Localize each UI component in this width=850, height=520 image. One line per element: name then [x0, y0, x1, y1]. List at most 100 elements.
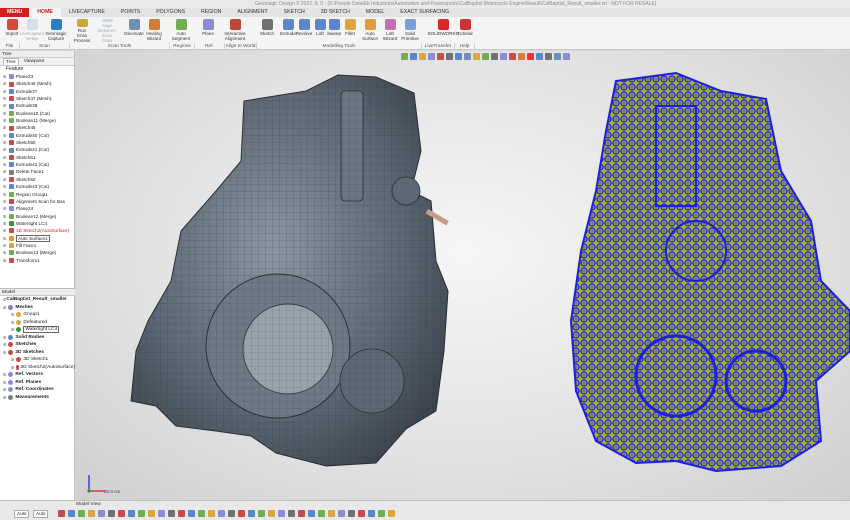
- model-tree-item[interactable]: ⊞ Ref. Vectors: [0, 371, 75, 379]
- view-tool-icon[interactable]: [410, 53, 417, 60]
- menu-home[interactable]: HOME: [29, 8, 61, 17]
- selection-tool-icon[interactable]: [108, 510, 115, 517]
- align-between-button[interactable]: Align Between Scan Data: [97, 19, 117, 43]
- selection-tool-icon[interactable]: [308, 510, 315, 517]
- expand-icon[interactable]: ⊞: [3, 379, 6, 387]
- selection-tool-icon[interactable]: [338, 510, 345, 517]
- view-tool-icon[interactable]: [464, 53, 471, 60]
- mesh-engine-model[interactable]: [130, 74, 449, 467]
- selection-tool-icon[interactable]: [128, 510, 135, 517]
- feature-item[interactable]: ⊞ Plane24: [0, 205, 74, 212]
- model-tree-item[interactable]: ⊞ Solid Bodies: [0, 334, 75, 342]
- selection-tool-icon[interactable]: [58, 510, 65, 517]
- feature-item[interactable]: ⊞ Extrude41 (Cut): [0, 146, 74, 153]
- menu-model[interactable]: MODEL: [358, 8, 392, 17]
- expand-icon[interactable]: ⊞: [3, 198, 7, 205]
- selection-tool-icon[interactable]: [268, 510, 275, 517]
- expand-icon[interactable]: ⊞: [3, 227, 7, 234]
- view-tool-icon[interactable]: [473, 53, 480, 60]
- model-tree-item[interactable]: ⊞ Sketches: [0, 341, 75, 349]
- feature-item[interactable]: ⊞ Boolean12 (Merge): [0, 213, 74, 220]
- menu-polygons[interactable]: POLYGONS: [148, 8, 193, 17]
- view-tool-icon[interactable]: [536, 53, 543, 60]
- selection-tool-icon[interactable]: [168, 510, 175, 517]
- healing-button[interactable]: Healing Wizard: [144, 19, 164, 43]
- selection-tool-icon[interactable]: [148, 510, 155, 517]
- selection-tool-icon[interactable]: [348, 510, 355, 517]
- view-tool-icon[interactable]: [401, 53, 408, 60]
- selection-tool-icon[interactable]: [198, 510, 205, 517]
- selection-filter-select[interactable]: Auto: [33, 510, 49, 518]
- selection-tool-icon[interactable]: [78, 510, 85, 517]
- loft-wizard-button[interactable]: Loft Wizard: [380, 19, 400, 43]
- model-tree-item[interactable]: ⊞ 3D Sketch2(AutoSurface): [0, 364, 75, 372]
- autosurface-engine-model[interactable]: [569, 71, 850, 473]
- expand-icon[interactable]: ⊞: [3, 341, 6, 349]
- expand-icon[interactable]: ⊞: [3, 371, 6, 379]
- solid-primitive-button[interactable]: Solid Primitive: [400, 19, 420, 43]
- livecapture-button[interactable]: LiveCapture Setup: [20, 19, 44, 43]
- viewport-canvas[interactable]: [76, 51, 850, 500]
- view-tool-icon[interactable]: [455, 53, 462, 60]
- selection-tool-icon[interactable]: [258, 510, 265, 517]
- auto-surface-button[interactable]: Auto Surface: [360, 19, 380, 43]
- expand-icon[interactable]: ⊞: [3, 235, 7, 242]
- expand-icon[interactable]: ⊞: [3, 176, 7, 183]
- model-tree-item[interactable]: ⊞ Measurements: [0, 394, 75, 402]
- feature-item[interactable]: ⊞ Extrude37: [0, 88, 74, 95]
- view-tool-icon[interactable]: [518, 53, 525, 60]
- menu-3d-sketch[interactable]: 3D SKETCH: [313, 8, 358, 17]
- expand-icon[interactable]: ⊞: [3, 349, 6, 357]
- expand-icon[interactable]: ⊞: [3, 88, 7, 95]
- menu-sketch[interactable]: SKETCH: [276, 8, 313, 17]
- interactive-alignment-button[interactable]: Interactive Alignment: [224, 19, 246, 43]
- feature-item[interactable]: ⊞ Boolean11 (Merge): [0, 117, 74, 124]
- feature-item[interactable]: ⊞ Auto Surface1: [0, 234, 74, 242]
- feature-item[interactable]: ⊞ Sketch50: [0, 139, 74, 146]
- model-tree-item[interactable]: ⊞ CalBaptist_Result_smaller: [0, 296, 75, 304]
- selection-tool-icon[interactable]: [298, 510, 305, 517]
- expand-icon[interactable]: ⊞: [3, 249, 7, 256]
- expand-icon[interactable]: ⊞: [3, 124, 7, 131]
- model-tree-item[interactable]: ⊞ 3D Sketch1: [0, 356, 75, 364]
- expand-icon[interactable]: ⊞: [3, 183, 7, 190]
- model-tree-item[interactable]: ⊞ Watertight LC4: [0, 326, 75, 334]
- selection-tool-icon[interactable]: [378, 510, 385, 517]
- expand-icon[interactable]: ⊞: [3, 132, 7, 139]
- expand-icon[interactable]: ⊞: [11, 326, 14, 334]
- expand-icon[interactable]: ⊞: [3, 257, 7, 264]
- expand-icon[interactable]: ⊞: [3, 205, 7, 212]
- selection-tool-icon[interactable]: [228, 510, 235, 517]
- selection-tool-icon[interactable]: [318, 510, 325, 517]
- plane-button[interactable]: Plane: [198, 19, 218, 43]
- expand-icon[interactable]: ⊞: [3, 73, 7, 80]
- selection-tool-icon[interactable]: [158, 510, 165, 517]
- expand-icon[interactable]: ⊞: [3, 161, 7, 168]
- selection-tool-icon[interactable]: [238, 510, 245, 517]
- expand-icon[interactable]: ⊞: [3, 386, 6, 394]
- feature-item[interactable]: ⊞ Sketch51: [0, 154, 74, 161]
- feature-item[interactable]: ⊞ Extrude43 (Cut): [0, 183, 74, 190]
- menu-exact-surfacing[interactable]: EXACT SURFACING: [392, 8, 457, 17]
- feature-item[interactable]: ⊞ Region Group1: [0, 191, 74, 198]
- expand-icon[interactable]: ⊞: [3, 191, 7, 198]
- view-tool-icon[interactable]: [563, 53, 570, 60]
- selection-tool-icon[interactable]: [138, 510, 145, 517]
- selection-tool-icon[interactable]: [68, 510, 75, 517]
- feature-item[interactable]: ⊞ Transform1: [0, 257, 74, 264]
- decimate-button[interactable]: Decimate: [124, 19, 144, 43]
- view-tool-icon[interactable]: [437, 53, 444, 60]
- selection-tool-icon[interactable]: [358, 510, 365, 517]
- solidworks-button[interactable]: SOLIDWORKS: [427, 19, 459, 43]
- view-tool-icon[interactable]: [482, 53, 489, 60]
- feature-item[interactable]: ⊞ Alignment Scan for Bas: [0, 198, 74, 205]
- view-tool-icon[interactable]: [500, 53, 507, 60]
- view-tool-icon[interactable]: [419, 53, 426, 60]
- feature-item[interactable]: ⊞ Fill Face1: [0, 242, 74, 249]
- selection-tool-icon[interactable]: [218, 510, 225, 517]
- selection-mode-select[interactable]: Auto: [14, 510, 30, 518]
- expand-icon[interactable]: ⊞: [3, 146, 7, 153]
- geomagic-capture-button[interactable]: Geomagic Capture: [46, 19, 66, 43]
- selection-tool-icon[interactable]: [188, 510, 195, 517]
- view-tool-icon[interactable]: [554, 53, 561, 60]
